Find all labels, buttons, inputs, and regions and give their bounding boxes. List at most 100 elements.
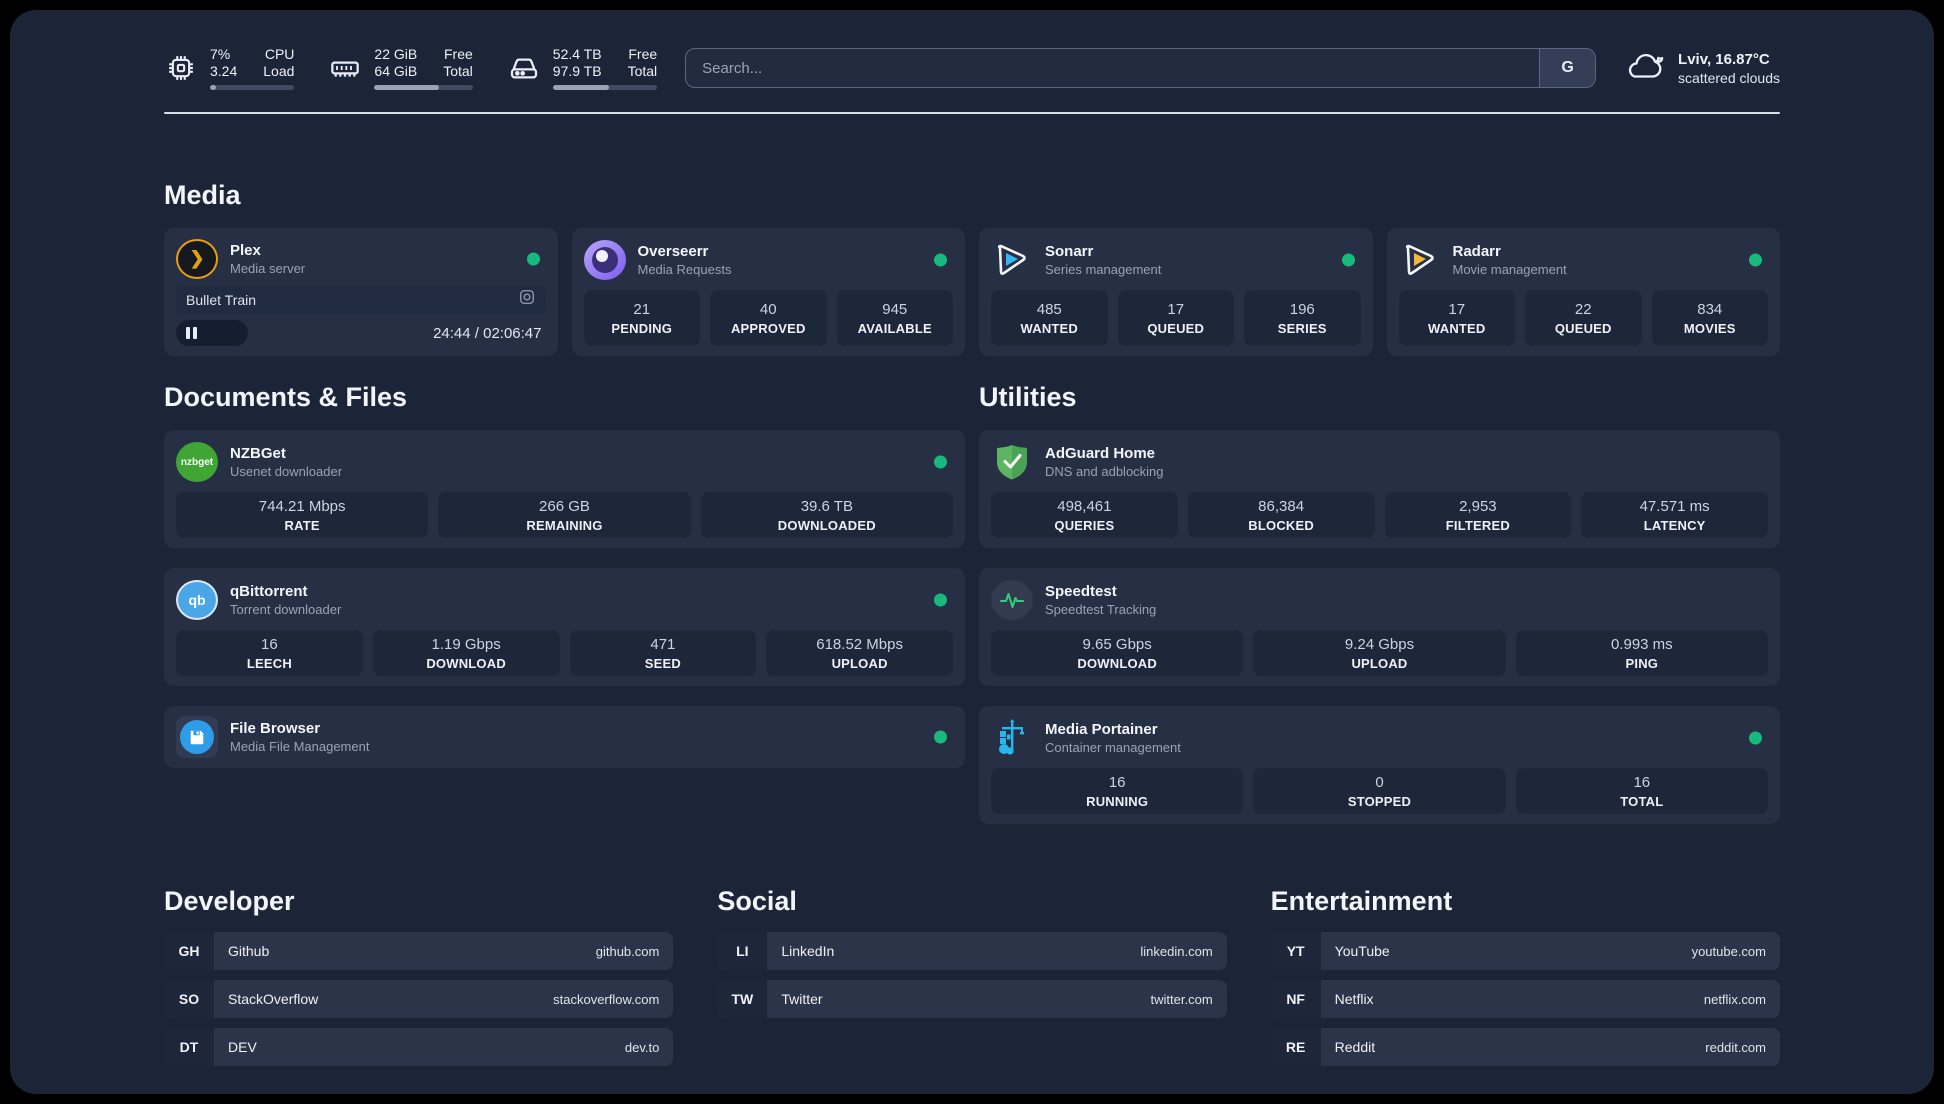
status-dot-online [1341,253,1355,267]
disk-metric: 52.4 TB 97.9 TB Free Total [507,46,658,90]
stat-label: QUEUED [1554,321,1612,336]
radarr-icon [1399,239,1441,281]
link-label: StackOverflow [228,991,319,1007]
stat-label: SERIES [1277,321,1327,336]
stat-value: 22 [1574,301,1592,318]
stat-label: MOVIES [1683,321,1736,336]
link-url: reddit.com [1705,1039,1766,1055]
section-title-documents: Documents & Files [164,382,408,412]
app-subtitle: Usenet downloader [230,464,343,479]
stat-value: 945 [882,301,908,318]
app-card-portainer[interactable]: Media Portainer Container management 16 … [979,706,1780,824]
link-netflix[interactable]: NF Netflix netflix.com [1270,980,1780,1018]
dashboard-panel: 7% 3.24 CPU Load 22 GiB 64 GiB Free Tota… [10,10,1934,1094]
stat-label: BLOCKED [1248,518,1314,533]
stat-tile: 9.65 Gbps DOWNLOAD [991,630,1244,676]
search-bar: G [685,48,1597,88]
stat-label: UPLOAD [831,656,888,671]
ram-metric: 22 GiB 64 GiB Free Total [328,46,473,90]
stat-tile: 16 LEECH [176,630,363,676]
app-card-radarr[interactable]: Radarr Movie management 17 WANTED 22 QUE… [1386,228,1780,356]
stat-tile: 17 QUEUED [1117,290,1234,346]
now-playing-strip: Bullet Train [176,285,546,314]
stat-label: RATE [284,518,320,533]
adguard-icon [991,441,1033,483]
link-abbr: RE [1270,1028,1321,1066]
link-reddit[interactable]: RE Reddit reddit.com [1270,1028,1780,1066]
stat-tile: 86,384 BLOCKED [1187,492,1375,538]
stat-value: 86,384 [1258,498,1305,515]
app-card-adguard[interactable]: AdGuard Home DNS and adblocking 498,461 … [979,430,1780,548]
nzbget-icon: nzbget [176,442,218,482]
app-name: Speedtest [1045,583,1117,600]
stat-value: 9.65 Gbps [1082,636,1152,653]
stat-tile: 744.21 Mbps RATE [176,492,429,538]
weather-condition: scattered clouds [1678,69,1780,86]
link-url: stackoverflow.com [553,991,660,1007]
section-title-social: Social [717,886,797,916]
link-stackoverflow[interactable]: SO StackOverflow stackoverflow.com [164,980,674,1018]
stat-label: PING [1625,656,1659,671]
app-subtitle: Container management [1045,740,1181,755]
stat-value: 17 [1448,301,1466,318]
app-subtitle: Torrent downloader [230,602,342,617]
stat-value: 498,461 [1057,498,1112,515]
stat-tile: 9.24 Gbps UPLOAD [1253,630,1506,676]
link-url: netflix.com [1703,991,1766,1007]
stat-label: QUERIES [1054,518,1115,533]
stat-label: WANTED [1020,321,1079,336]
stat-tile: 21 PENDING [583,290,700,346]
app-name: Sonarr [1045,243,1094,260]
app-card-speedtest[interactable]: Speedtest Speedtest Tracking 9.65 Gbps D… [979,568,1780,686]
cpu-values: 7% 3.24 [210,46,238,79]
stat-label: PENDING [611,321,673,336]
cpu-icon [164,47,198,89]
status-dot-online [1749,253,1762,267]
stat-label: WANTED [1427,321,1486,336]
link-dev[interactable]: DT DEV dev.to [164,1028,674,1066]
app-name: qBittorrent [230,583,308,600]
stat-value: 485 [1036,301,1062,318]
link-url: youtube.com [1691,943,1766,959]
app-card-qbittorrent[interactable]: qb qBittorrent Torrent downloader 16 LEE… [164,568,965,686]
link-url: dev.to [624,1039,660,1055]
stat-tile: 47.571 ms LATENCY [1581,492,1768,538]
link-url: linkedin.com [1140,943,1213,959]
ram-progress-bar [374,85,473,90]
link-abbr: DT [164,1028,214,1066]
stat-tile: 22 QUEUED [1525,290,1642,346]
stat-label: REMAINING [526,518,603,533]
top-bar: 7% 3.24 CPU Load 22 GiB 64 GiB Free Tota… [164,44,1780,92]
link-abbr: NF [1270,980,1321,1018]
portainer-icon [991,717,1033,759]
stat-label: APPROVED [730,321,806,336]
stat-label: AVAILABLE [857,321,932,336]
stat-label: RUNNING [1086,794,1149,809]
app-subtitle: Movie management [1452,262,1567,277]
app-card-overseerr[interactable]: Overseerr Media Requests 21 PENDING 40 A… [571,228,965,356]
link-label: Reddit [1334,1039,1376,1055]
search-engine-button[interactable]: G [1539,49,1596,87]
link-abbr: TW [717,980,768,1018]
link-github[interactable]: GH Github github.com [164,932,674,970]
weather-location-temp: Lviv, 16.87°C [1678,50,1770,68]
stat-value: 17 [1167,301,1185,318]
stat-value: 834 [1697,301,1723,318]
app-card-filebrowser[interactable]: File Browser Media File Management [164,706,965,768]
app-card-nzbget[interactable]: nzbget NZBGet Usenet downloader 744.21 M… [164,430,965,548]
app-card-plex[interactable]: ❯ Plex Media server Bullet Train 24:44 /… [164,228,558,356]
search-input[interactable] [686,49,1540,87]
pause-icon[interactable] [186,327,197,339]
camera-icon[interactable] [518,288,536,311]
app-card-sonarr[interactable]: Sonarr Series management 485 WANTED 17 Q… [979,228,1373,356]
link-youtube[interactable]: YT YouTube youtube.com [1270,932,1780,970]
link-linkedin[interactable]: LI LinkedIn linkedin.com [717,932,1227,970]
ram-icon [328,47,362,89]
app-subtitle: Media File Management [230,739,370,754]
stat-value: 39.6 TB [800,498,853,515]
stat-value: 266 GB [539,498,590,515]
link-twitter[interactable]: TW Twitter twitter.com [717,980,1227,1018]
weather-widget: Lviv, 16.87°C scattered clouds [1624,49,1780,88]
app-name: Radarr [1452,243,1501,260]
stat-tile: 0 STOPPED [1253,768,1506,814]
